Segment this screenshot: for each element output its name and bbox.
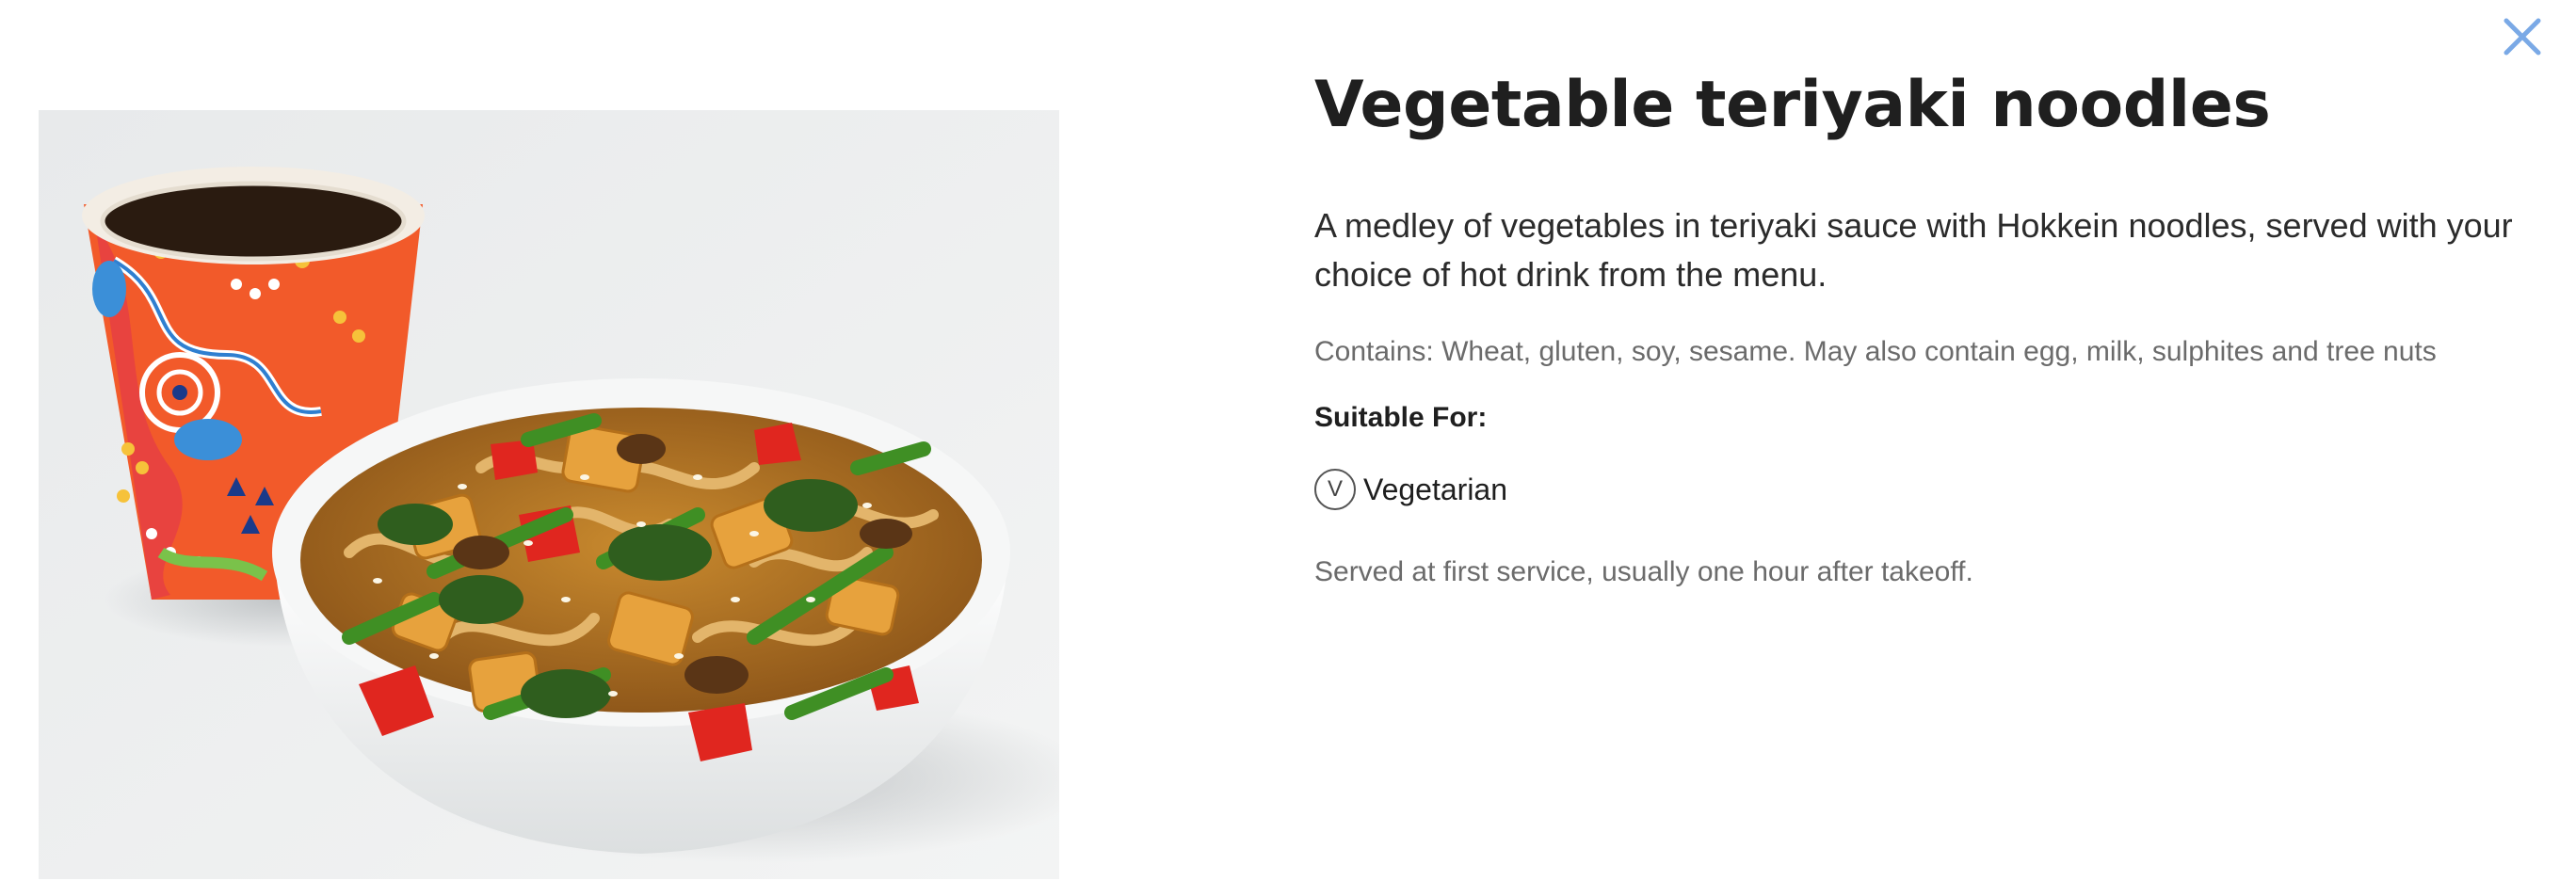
- service-note: Served at first service, usually one hou…: [1314, 556, 1973, 587]
- close-icon: [2504, 18, 2541, 56]
- dietary-tag-vegetarian: V Vegetarian: [1314, 465, 2520, 514]
- meal-description: A medley of vegetables in teriyaki sauce…: [1314, 206, 2513, 294]
- allergen-info: Contains: Wheat, gluten, soy, sesame. Ma…: [1314, 336, 2437, 367]
- meal-detail-modal: Vegetable teriyaki noodles A medley of v…: [0, 0, 2576, 881]
- vegetarian-badge-icon: V: [1314, 469, 1356, 510]
- meal-photo: [39, 110, 1059, 879]
- meal-title: Vegetable teriyaki noodles: [1314, 68, 2271, 142]
- dietary-tag-label: Vegetarian: [1363, 472, 1508, 506]
- close-button[interactable]: [2497, 11, 2548, 62]
- suitable-for-heading: Suitable For:: [1314, 402, 1488, 433]
- meal-illustration: [39, 110, 1059, 879]
- meal-details: Vegetable teriyaki noodles A medley of v…: [1314, 56, 2520, 591]
